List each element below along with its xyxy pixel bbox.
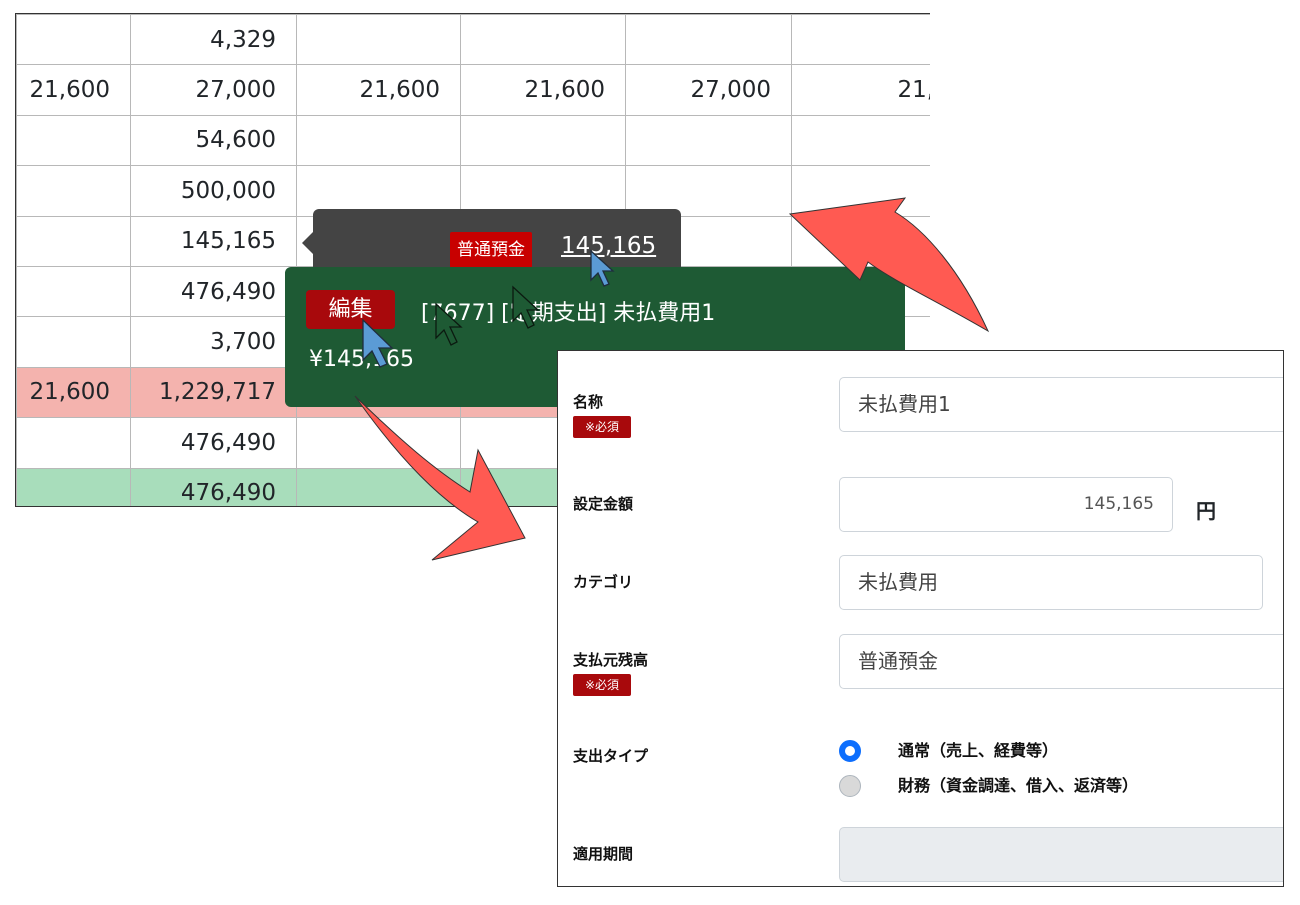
table-cell[interactable]: 54,600 — [130, 114, 297, 167]
name-field-label: 名称 ※必須 — [573, 391, 631, 438]
source-field-label: 支払元残高 ※必須 — [573, 649, 648, 696]
table-cell[interactable] — [460, 114, 626, 167]
table-cell[interactable] — [16, 417, 131, 469]
table-cell[interactable]: 476,490 — [130, 467, 297, 506]
table-cell[interactable] — [296, 467, 461, 506]
table-cell[interactable] — [460, 14, 626, 66]
amount-input[interactable]: 145,165 — [839, 477, 1173, 532]
type-radio-normal[interactable] — [839, 740, 861, 762]
table-cell[interactable] — [296, 114, 461, 167]
table-cell[interactable]: 21,600 — [16, 64, 131, 116]
table-cell[interactable] — [791, 215, 930, 267]
type-option-normal[interactable]: 通常（売上、経費等） — [898, 737, 1058, 761]
table-cell[interactable]: 21,600 — [460, 64, 626, 116]
edit-expense-form: 名称 ※必須 未払費用1 設定金額 145,165 円 カテゴリ 未払費用 支払… — [557, 350, 1284, 887]
table-cell[interactable] — [16, 215, 131, 267]
table-cell[interactable]: 27,000 — [130, 64, 297, 116]
category-input[interactable]: 未払費用 — [839, 555, 1263, 610]
source-select[interactable]: 普通預金 — [839, 634, 1283, 689]
period-input[interactable] — [839, 827, 1283, 882]
table-row: 21,60027,00021,60021,60027,00021,600 — [16, 64, 930, 116]
table-cell[interactable]: 476,490 — [130, 265, 297, 318]
required-badge: ※必須 — [573, 416, 631, 438]
popover-arrow — [302, 232, 313, 254]
balance-popover: 普通預金 145,165 — [302, 209, 681, 275]
required-badge: ※必須 — [573, 674, 631, 696]
table-cell[interactable] — [791, 114, 930, 167]
name-label-text: 名称 — [573, 393, 604, 411]
table-cell[interactable] — [625, 14, 792, 66]
table-cell[interactable] — [791, 165, 930, 217]
table-cell[interactable]: 21,600 — [16, 366, 131, 419]
yen-unit: 円 — [1196, 499, 1216, 523]
table-cell[interactable] — [296, 417, 461, 469]
table-cell[interactable]: 21,600 — [791, 64, 930, 116]
table-cell[interactable]: 1,229,717 — [130, 366, 297, 419]
table-cell[interactable]: 3,700 — [130, 316, 297, 368]
table-cell[interactable]: 27,000 — [625, 64, 792, 116]
table-cell[interactable]: 500,000 — [130, 165, 297, 217]
table-cell[interactable] — [16, 165, 131, 217]
table-cell[interactable]: 21,600 — [296, 64, 461, 116]
period-field-label: 適用期間 — [573, 845, 634, 863]
edit-button[interactable]: 編集 — [306, 290, 395, 329]
type-option-financial[interactable]: 財務（資金調達、借入、返済等） — [898, 772, 1138, 796]
account-badge: 普通預金 — [450, 232, 532, 268]
table-cell[interactable] — [296, 14, 461, 66]
table-cell[interactable] — [16, 265, 131, 318]
popover-amount-link[interactable]: 145,165 — [561, 233, 656, 259]
type-radio-financial[interactable] — [839, 775, 861, 797]
source-label-text: 支払元残高 — [573, 651, 649, 669]
amount-field-label: 設定金額 — [573, 495, 634, 513]
event-amount: ¥145,165 — [309, 347, 414, 372]
category-field-label: カテゴリ — [573, 573, 634, 591]
table-cell[interactable]: 4,329 — [130, 14, 297, 66]
table-cell[interactable] — [625, 114, 792, 167]
table-cell[interactable] — [16, 14, 131, 66]
table-row: 54,600 — [16, 114, 930, 167]
table-cell[interactable] — [791, 14, 930, 66]
event-title: [7677] [定期支出] 未払費用1 — [421, 301, 716, 326]
table-cell[interactable]: 145,165 — [130, 215, 297, 267]
table-cell[interactable]: 476,490 — [130, 417, 297, 469]
table-cell[interactable] — [16, 114, 131, 167]
table-cell[interactable] — [16, 467, 131, 506]
type-field-label: 支出タイプ — [573, 747, 649, 765]
name-input[interactable]: 未払費用1 — [839, 377, 1283, 432]
table-cell[interactable] — [16, 316, 131, 368]
table-row: 4,329 — [16, 14, 930, 66]
